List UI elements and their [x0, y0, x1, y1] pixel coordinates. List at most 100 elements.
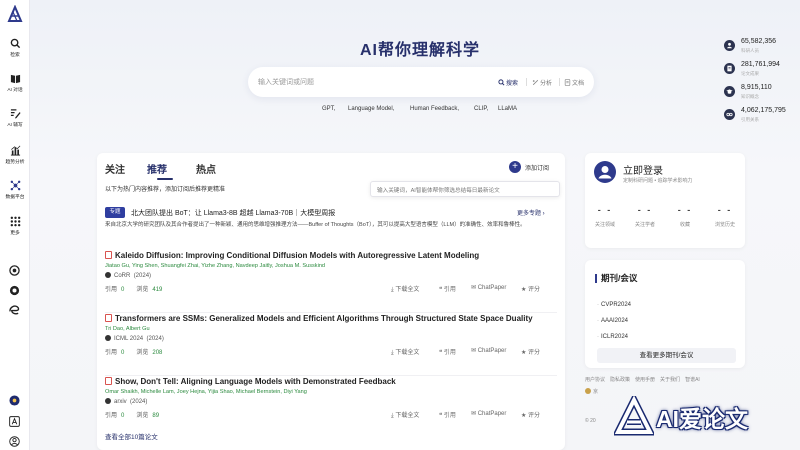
rate-button[interactable]: ★ 评分: [521, 410, 540, 419]
footer-link[interactable]: 用户协议: [585, 377, 605, 383]
chatpaper-label: ChatPaper: [477, 285, 507, 291]
paper-item: Kaleido Diffusion: Improving Conditional…: [105, 251, 557, 313]
stat-caption: 收藏: [679, 222, 690, 228]
hot-keyword[interactable]: Human Feedback,: [410, 106, 459, 112]
analyze-button[interactable]: 分析: [532, 78, 552, 87]
sidebar-item-label: 数据平台: [5, 194, 25, 200]
paper-venue: CoRR (2024): [105, 272, 151, 279]
paper-authors[interactable]: Tri Dao, Albert Gu: [105, 326, 150, 332]
download-button[interactable]: ⤓ 下载全文: [391, 410, 419, 420]
rate-button[interactable]: ★ 评分: [521, 347, 540, 356]
pen-icon: [10, 109, 21, 119]
footer-link[interactable]: 智谱AI: [685, 377, 700, 383]
sidebar-item-label: 检索: [10, 52, 20, 58]
recommend-feed: 关注 推荐 热点 以下为热门内容推荐，添加订阅后推荐更精准 + 添加订阅 输入关…: [97, 153, 565, 450]
stat-caption: 知识概念: [741, 94, 759, 99]
divider: [526, 78, 527, 86]
paper-title[interactable]: Show, Don't Tell: Aligning Language Mode…: [105, 377, 396, 386]
cite-label: 引用: [105, 350, 118, 356]
chatpaper-button[interactable]: ✉ ChatPaper: [471, 284, 506, 291]
hot-keyword[interactable]: CLIP,: [474, 106, 488, 112]
edge-icon[interactable]: [9, 305, 20, 316]
download-button[interactable]: ⤓ 下载全文: [391, 284, 419, 294]
tab-follow[interactable]: 关注: [105, 161, 125, 176]
paper-metrics: 引用 0 浏览 419: [105, 284, 174, 293]
more-journals-button[interactable]: 查看更多期刊/会议: [597, 348, 736, 363]
sidebar-item-search[interactable]: 检索: [0, 38, 30, 58]
paper-title[interactable]: Kaleido Diffusion: Improving Conditional…: [105, 251, 479, 260]
sidebar-item-label: AI 对话: [7, 87, 23, 93]
topic-title[interactable]: 北大团队提出 BoT：让 Llama3-8B 超越 Llama3-70B｜大模型…: [131, 208, 335, 218]
avatar[interactable]: [594, 161, 616, 183]
paper-title[interactable]: Transformers are SSMs: Generalized Model…: [105, 314, 533, 323]
page-title: AI帮你理解科学: [359, 42, 480, 59]
chrome-icon[interactable]: [9, 265, 20, 276]
watermark-text: AI爱论文: [656, 406, 748, 432]
journal-item[interactable]: CVPR2024: [597, 302, 631, 308]
bar-chart-icon: [10, 145, 20, 156]
sidebar-item-ai-write[interactable]: AI 辅写: [0, 108, 30, 128]
paper-item: Show, Don't Tell: Aligning Language Mode…: [105, 377, 557, 439]
firefox-icon[interactable]: [9, 285, 20, 296]
view-count: 419: [152, 287, 163, 293]
sidebar-item-ai-chat[interactable]: AI 对话: [0, 73, 30, 93]
stat-history[interactable]: - - 浏览历史: [705, 205, 745, 228]
plus-icon: +: [509, 161, 521, 173]
watermark-logo-icon: [614, 396, 654, 436]
venue-name: CoRR: [114, 273, 131, 279]
cite-button[interactable]: ❝ 引用: [439, 347, 456, 356]
footer-link[interactable]: 隐私政策: [610, 377, 630, 383]
login-button[interactable]: 立即登录: [623, 162, 663, 177]
stat-number: 8,915,110: [741, 84, 772, 91]
grid-icon: [10, 216, 20, 227]
divider: [559, 78, 560, 86]
footer-icp: 京: [585, 388, 598, 395]
download-button[interactable]: ⤓ 下载全文: [391, 347, 419, 357]
paper-title-text: Transformers are SSMs: Generalized Model…: [115, 314, 533, 323]
tab-recommend[interactable]: 推荐: [147, 161, 167, 176]
analyze-icon: [532, 79, 539, 86]
view-all-papers-link[interactable]: 查看全部10篇论文: [105, 431, 158, 441]
stat-followed-scholars[interactable]: - - 关注学者: [625, 205, 665, 228]
paper-authors[interactable]: Omar Shaikh, Michelle Lam, Joey Hejna, Y…: [105, 389, 307, 395]
journal-item[interactable]: ICLR2024: [597, 334, 628, 340]
cite-count: 0: [121, 287, 125, 293]
sidebar-item-more[interactable]: 更多: [0, 216, 30, 236]
add-subscription-button[interactable]: + 添加订阅: [509, 161, 565, 173]
hot-keyword[interactable]: GPT,: [322, 106, 335, 112]
footer-link[interactable]: 使用手册: [635, 377, 655, 383]
download-label: 下载全文: [395, 287, 420, 293]
sidebar-item-data-platform[interactable]: 数据平台: [0, 180, 30, 200]
sun-icon[interactable]: [9, 395, 20, 406]
stat-number: 4,062,175,795: [741, 107, 786, 114]
stat-favorites[interactable]: - - 收藏: [665, 205, 705, 228]
footer-link[interactable]: 关于我们: [660, 377, 680, 383]
paper-authors[interactable]: Jiatao Gu, Ying Shen, Shuangfei Zhai, Yi…: [105, 263, 325, 269]
stat-value: - -: [597, 205, 613, 215]
paper-metrics: 引用 0 浏览 208: [105, 347, 174, 356]
rate-button[interactable]: ★ 评分: [521, 284, 540, 293]
chatpaper-button[interactable]: ✉ ChatPaper: [471, 347, 506, 354]
cite-button[interactable]: ❝ 引用: [439, 410, 456, 419]
stat-value: - -: [717, 205, 733, 215]
search-input[interactable]: [258, 74, 458, 90]
stat-number: 65,582,356: [741, 38, 777, 45]
chatpaper-button[interactable]: ✉ ChatPaper: [471, 410, 506, 417]
tab-hot[interactable]: 热点: [196, 161, 216, 176]
paper-item: Transformers are SSMs: Generalized Model…: [105, 314, 557, 376]
more-topics-link[interactable]: 更多专题 ›: [517, 208, 545, 217]
journal-item[interactable]: AAAI2024: [597, 318, 628, 324]
stat-followed-fields[interactable]: - - 关注领域: [585, 205, 625, 228]
user-icon[interactable]: [9, 436, 20, 447]
translate-icon[interactable]: [9, 416, 20, 427]
document-button[interactable]: 文档: [564, 78, 584, 87]
hot-keyword[interactable]: LLaMA: [498, 106, 517, 112]
logo-icon[interactable]: [6, 5, 24, 23]
view-count: 208: [152, 350, 163, 356]
sidebar-item-trend[interactable]: 趋势分析: [0, 145, 30, 165]
hot-keyword[interactable]: Language Model,: [348, 106, 394, 112]
cite-button[interactable]: ❝ 引用: [439, 284, 456, 293]
search-button[interactable]: 搜索: [498, 78, 518, 87]
view-label: 浏览: [136, 350, 149, 356]
paper-title-text: Show, Don't Tell: Aligning Language Mode…: [115, 377, 396, 386]
